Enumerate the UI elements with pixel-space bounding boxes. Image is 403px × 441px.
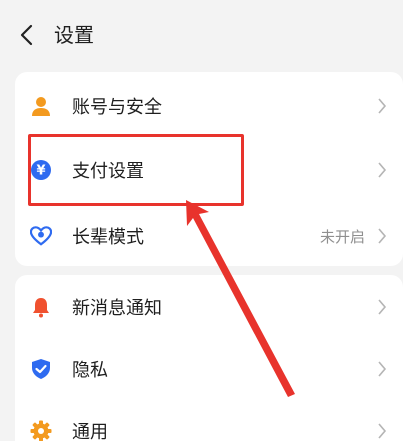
- settings-screen: 设置 账号与安全 ¥ 支付设置 长辈模式 未开启 新消息通知 隐私 通用: [0, 0, 403, 441]
- annotation-arrow: [186, 200, 295, 397]
